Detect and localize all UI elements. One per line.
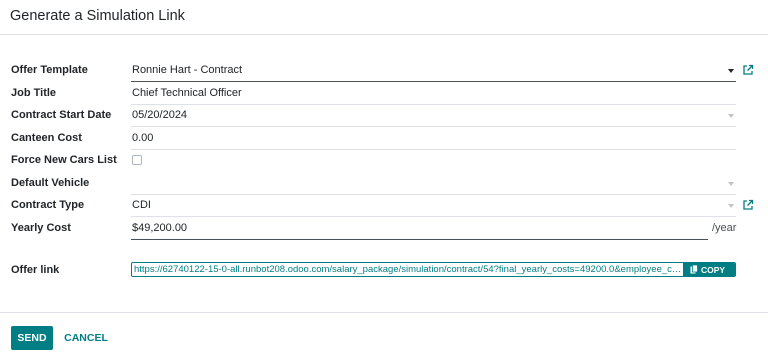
clipboard-icon: [690, 265, 698, 274]
row-force-new-cars-list: Force New Cars List: [0, 150, 768, 172]
yearly-cost-suffix: /year: [712, 222, 737, 234]
canteen-cost-value: 0.00: [132, 132, 154, 144]
send-button[interactable]: SEND: [11, 326, 53, 350]
row-yearly-cost: Yearly Cost $49,200.00 /year: [0, 218, 768, 240]
copy-button[interactable]: COPY: [683, 263, 735, 276]
row-job-title: Job Title Chief Technical Officer: [0, 83, 768, 105]
dialog-title: Generate a Simulation Link: [10, 8, 185, 24]
contract-type-label: Contract Type: [11, 199, 85, 211]
chevron-down-icon[interactable]: [728, 114, 734, 118]
job-title-input[interactable]: Chief Technical Officer: [131, 83, 736, 105]
dialog-footer: SEND CANCEL: [0, 312, 768, 363]
canteen-cost-label: Canteen Cost: [11, 132, 82, 144]
offer-template-label: Offer Template: [11, 64, 88, 76]
offer-link-field: https://62740122-15-0-all.runbot208.odoo…: [131, 262, 736, 277]
offer-link-label: Offer link: [11, 264, 60, 276]
row-contract-start-date: Contract Start Date 05/20/2024: [0, 105, 768, 127]
canteen-cost-input[interactable]: 0.00: [131, 128, 736, 150]
copy-button-label: COPY: [701, 264, 726, 275]
external-link-icon[interactable]: [742, 199, 754, 211]
offer-template-select[interactable]: Ronnie Hart - Contract: [131, 60, 736, 82]
chevron-down-icon[interactable]: [728, 69, 734, 73]
job-title-value: Chief Technical Officer: [132, 87, 242, 99]
chevron-down-icon[interactable]: [728, 182, 734, 186]
offer-template-value: Ronnie Hart - Contract: [132, 64, 243, 76]
contract-start-date-value: 05/20/2024: [132, 109, 188, 121]
external-link-icon[interactable]: [742, 64, 754, 76]
force-new-cars-list-field: [131, 150, 151, 172]
offer-link-value[interactable]: https://62740122-15-0-all.runbot208.odoo…: [134, 264, 682, 275]
yearly-cost-value: $49,200.00: [132, 222, 188, 234]
contract-start-date-input[interactable]: 05/20/2024: [131, 105, 736, 127]
force-new-cars-list-label: Force New Cars List: [11, 154, 117, 166]
default-vehicle-select[interactable]: [131, 173, 736, 195]
job-title-label: Job Title: [11, 87, 57, 99]
chevron-down-icon[interactable]: [728, 204, 734, 208]
yearly-cost-label: Yearly Cost: [11, 222, 71, 234]
contract-start-date-label: Contract Start Date: [11, 109, 112, 121]
contract-type-value: CDI: [132, 199, 151, 211]
contract-type-select[interactable]: CDI: [131, 195, 736, 217]
yearly-cost-input[interactable]: $49,200.00: [131, 218, 708, 240]
row-default-vehicle: Default Vehicle: [0, 173, 768, 195]
row-canteen-cost: Canteen Cost 0.00: [0, 128, 768, 150]
row-contract-type: Contract Type CDI: [0, 195, 768, 217]
force-new-cars-list-checkbox[interactable]: [132, 155, 142, 165]
row-offer-template: Offer Template Ronnie Hart - Contract: [0, 60, 768, 82]
cancel-button[interactable]: CANCEL: [60, 326, 112, 350]
default-vehicle-label: Default Vehicle: [11, 177, 90, 189]
row-offer-link: Offer link https://62740122-15-0-all.run…: [0, 262, 768, 284]
dialog-header: Generate a Simulation Link: [0, 0, 768, 35]
